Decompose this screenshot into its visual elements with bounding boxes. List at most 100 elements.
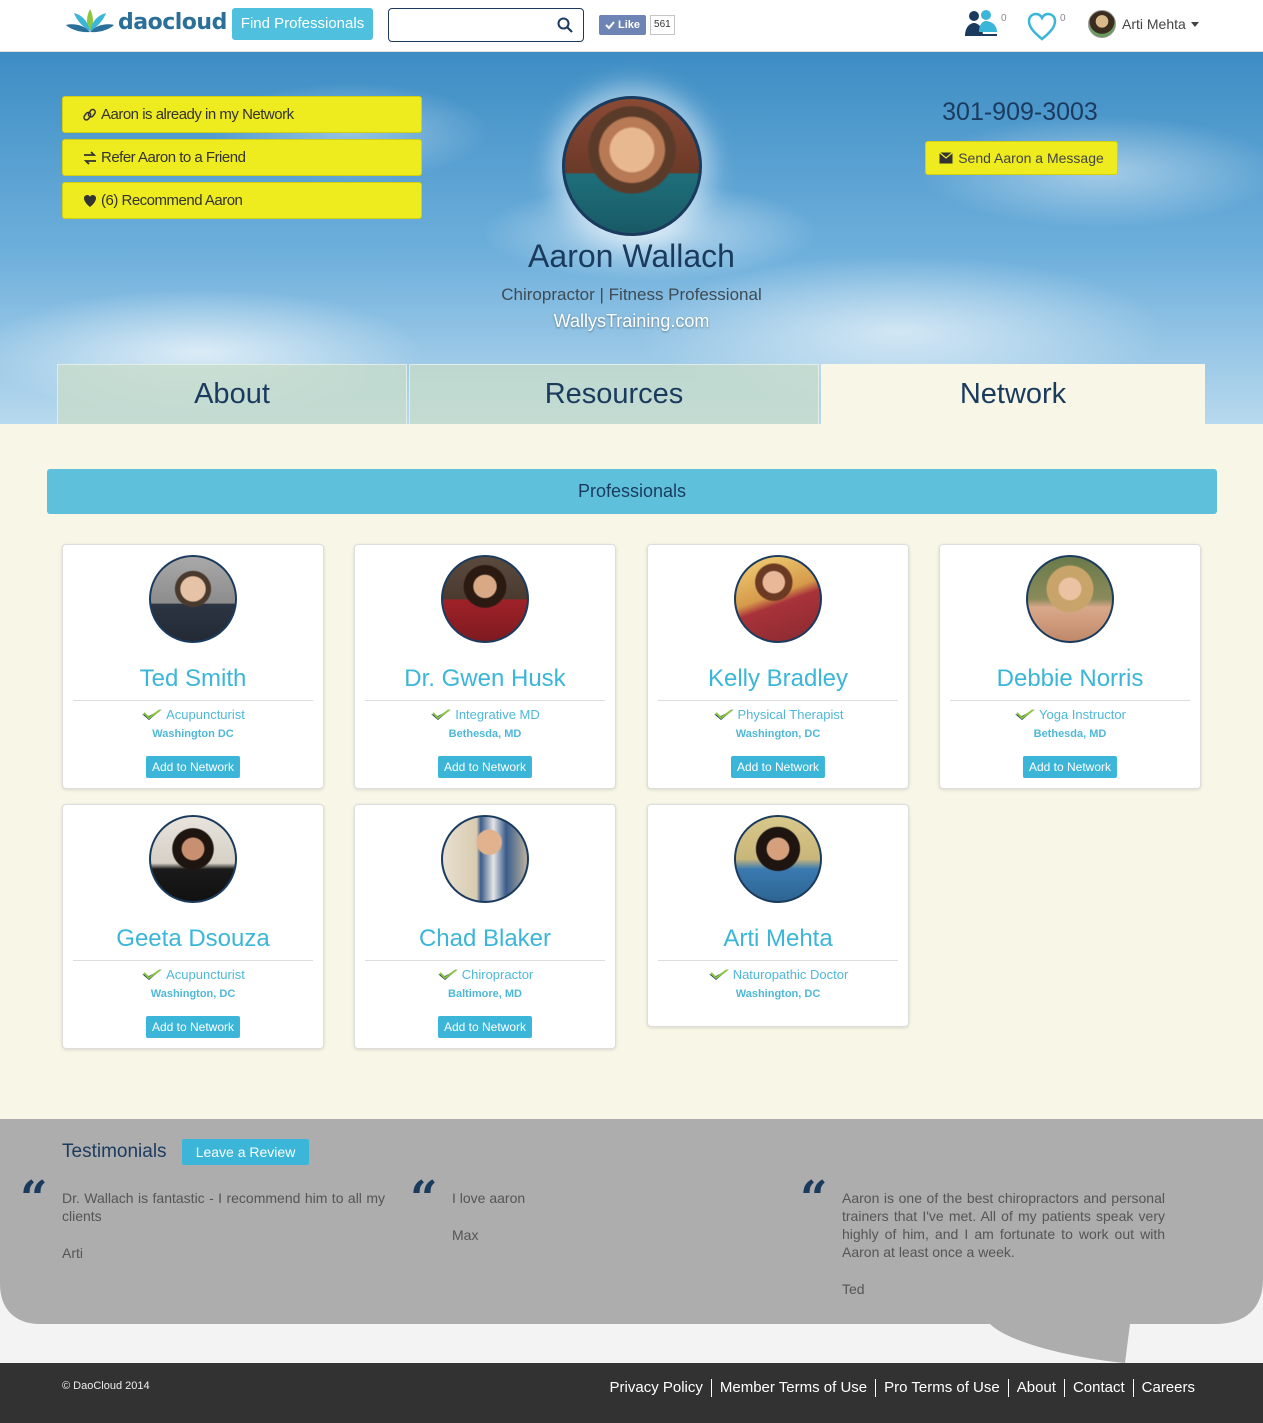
recommend-button[interactable]: (6) Recommend Aaron	[62, 182, 422, 219]
heart-icon	[84, 194, 96, 207]
footer-link-contact[interactable]: Contact	[1063, 1379, 1133, 1397]
refer-friend-label: Refer Aaron to a Friend	[101, 149, 246, 166]
recommend-label: (6) Recommend Aaron	[101, 192, 243, 209]
professional-name[interactable]: Geeta Dsouza	[63, 925, 323, 953]
professional-name[interactable]: Dr. Gwen Husk	[355, 665, 615, 693]
send-message-button[interactable]: Send Aaron a Message	[925, 141, 1118, 175]
tab-about[interactable]: About	[57, 364, 407, 424]
professional-card: Arti Mehta Naturopathic Doctor Washingto…	[647, 804, 909, 1027]
favorites-count: 0	[1060, 13, 1066, 24]
location: Washington, DC	[735, 988, 821, 1000]
location: Washington DC	[152, 728, 234, 740]
chevron-down-icon	[1190, 21, 1199, 27]
avatar[interactable]	[734, 815, 822, 903]
find-professionals-button[interactable]: Find Professionals	[232, 8, 373, 40]
location: Bethesda, MD	[1033, 728, 1107, 740]
footer-link-privacy[interactable]: Privacy Policy	[602, 1379, 711, 1397]
search-icon[interactable]	[557, 17, 573, 33]
avatar[interactable]	[1026, 555, 1114, 643]
professional-name[interactable]: Debbie Norris	[940, 665, 1200, 693]
search-box	[388, 8, 584, 42]
professional-name[interactable]: Chad Blaker	[355, 925, 615, 953]
like-label: Like	[618, 19, 641, 31]
professional-name[interactable]: Ted Smith	[63, 665, 323, 693]
location: Washington, DC	[735, 728, 821, 740]
professional-name[interactable]: Kelly Bradley	[648, 665, 908, 693]
already-in-network-button[interactable]: Aaron is already in my Network	[62, 96, 422, 133]
quote-icon: “	[800, 1171, 828, 1227]
footer-link-careers[interactable]: Careers	[1132, 1379, 1195, 1397]
professional-card: Debbie Norris Yoga Instructor Bethesda, …	[939, 544, 1201, 789]
tab-network[interactable]: Network	[821, 364, 1205, 424]
user-name: Arti Mehta	[1122, 16, 1186, 32]
add-to-network-button[interactable]: Add to Network	[1022, 756, 1118, 778]
location: Washington, DC	[150, 988, 236, 1000]
network-icon[interactable]	[963, 8, 999, 38]
specialty-label: Chiropractor	[461, 967, 534, 982]
footer-link-pro-terms[interactable]: Pro Terms of Use	[875, 1379, 1008, 1397]
divider	[658, 700, 898, 701]
avatar[interactable]	[149, 815, 237, 903]
profile-name: Aaron Wallach	[528, 238, 735, 274]
profile-website-link[interactable]: WallysTraining.com	[0, 311, 1263, 332]
avatar	[1088, 10, 1116, 38]
add-to-network-button[interactable]: Add to Network	[730, 756, 826, 778]
facebook-like-widget: Like 561	[599, 15, 675, 35]
facebook-like-button[interactable]: Like	[599, 15, 647, 35]
specialty-label: Naturopathic Doctor	[732, 967, 849, 982]
avatar[interactable]	[734, 555, 822, 643]
professional-card: Dr. Gwen Husk Integrative MD Bethesda, M…	[354, 544, 616, 789]
phone-number: 301-909-3003	[942, 98, 1098, 126]
professional-name[interactable]: Arti Mehta	[648, 925, 908, 953]
favorites-heart-icon[interactable]	[1027, 12, 1057, 42]
professionals-heading: Professionals	[577, 481, 687, 501]
professional-card: Chad Blaker Chiropractor Baltimore, MD A…	[354, 804, 616, 1049]
tab-resources[interactable]: Resources	[409, 364, 819, 424]
testimonial-text: I love aaron	[452, 1190, 526, 1206]
exchange-icon	[83, 150, 97, 165]
add-to-network-button[interactable]: Add to Network	[145, 756, 241, 778]
search-input[interactable]	[395, 9, 555, 41]
daocloud-logo[interactable]: daocloud	[64, 5, 227, 39]
professional-card: Ted Smith Acupuncturist Washington DC Ad…	[62, 544, 324, 789]
logo-text: daocloud	[118, 9, 227, 35]
verified-check-icon	[142, 968, 163, 980]
user-menu[interactable]: Arti Mehta	[1088, 10, 1199, 38]
refer-friend-button[interactable]: Refer Aaron to a Friend	[62, 139, 422, 176]
verified-check-icon	[1015, 708, 1036, 720]
add-to-network-button[interactable]: Add to Network	[145, 1016, 241, 1038]
leave-review-button[interactable]: Leave a Review	[182, 1139, 309, 1165]
already-in-network-label: Aaron is already in my Network	[101, 106, 294, 123]
professional-card: Geeta Dsouza Acupuncturist Washington, D…	[62, 804, 324, 1049]
add-to-network-button[interactable]: Add to Network	[437, 1016, 533, 1038]
professional-card: Kelly Bradley Physical Therapist Washing…	[647, 544, 909, 789]
add-to-network-button[interactable]: Add to Network	[437, 756, 533, 778]
tab-resources-label: Resources	[544, 378, 684, 410]
divider	[658, 960, 898, 961]
specialty: Acupuncturist	[63, 967, 323, 982]
specialty: Physical Therapist	[648, 707, 908, 722]
location: Bethesda, MD	[448, 728, 522, 740]
divider	[365, 700, 605, 701]
link-icon	[83, 108, 96, 121]
tab-about-label: About	[194, 378, 270, 410]
checkmark-icon	[605, 21, 615, 30]
specialty-label: Integrative MD	[455, 707, 540, 722]
profile-photo	[562, 96, 702, 236]
verified-check-icon	[437, 968, 458, 980]
specialty-label: Acupuncturist	[166, 967, 245, 982]
verified-check-icon	[142, 708, 163, 720]
avatar[interactable]	[441, 555, 529, 643]
specialty-label: Acupuncturist	[166, 707, 245, 722]
lotus-logo-icon	[66, 9, 114, 33]
footer-link-member-terms[interactable]: Member Terms of Use	[710, 1379, 875, 1397]
professionals-header: Professionals	[47, 469, 1217, 514]
tab-network-label: Network	[959, 377, 1067, 410]
avatar[interactable]	[441, 815, 529, 903]
quote-icon: “	[20, 1171, 48, 1227]
specialty-label: Yoga Instructor	[1039, 707, 1126, 722]
testimonials-section: Testimonials Leave a Review “ Dr. Wallac…	[0, 1119, 1263, 1363]
testimonial-text: Aaron is one of the best chiropractors a…	[842, 1190, 1165, 1260]
avatar[interactable]	[149, 555, 237, 643]
footer-link-about[interactable]: About	[1007, 1379, 1064, 1397]
